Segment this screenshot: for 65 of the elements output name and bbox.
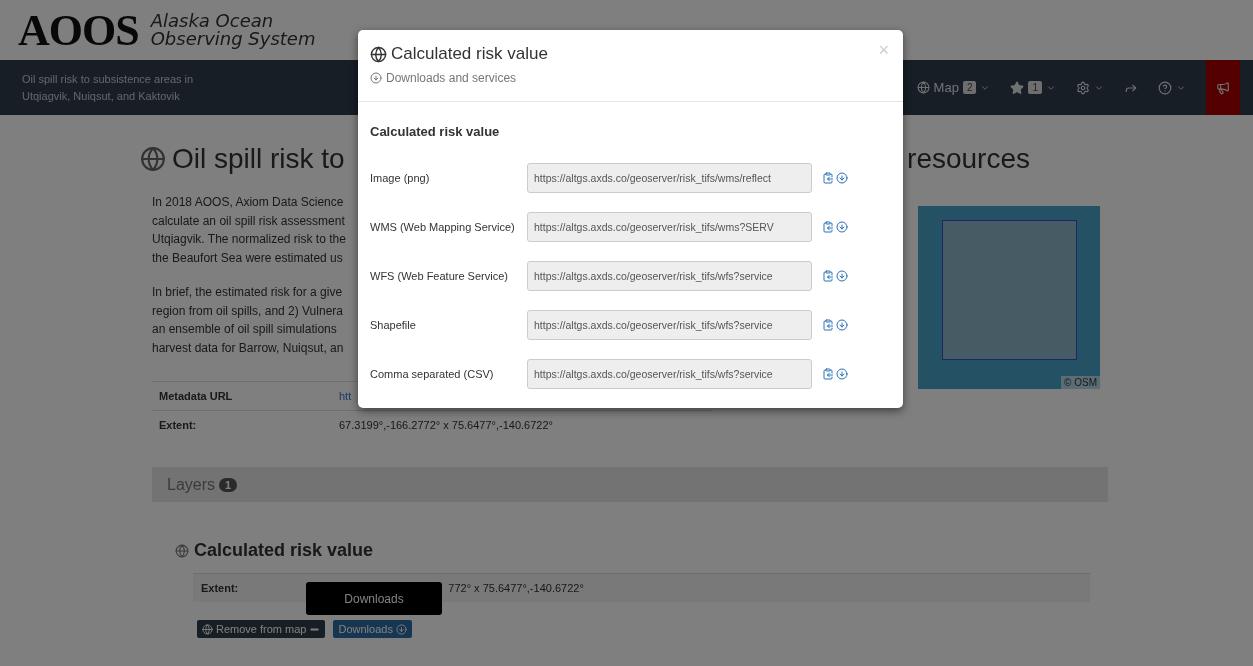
organization-name: Observing System: [150, 30, 316, 48]
format-label: WFS (Web Feature Service): [370, 269, 509, 282]
tooltip: Downloads: [306, 582, 442, 615]
map-menu[interactable]: Map 2: [906, 60, 1001, 115]
layers-heading: Layers: [167, 475, 216, 494]
download-icon: [395, 623, 407, 635]
remove-from-map-button[interactable]: Remove from map: [197, 620, 326, 638]
downloads-button[interactable]: Downloads: [333, 620, 412, 638]
star-icon: [1010, 80, 1025, 95]
modal-title: Calculated risk value: [391, 44, 548, 64]
announcements-button[interactable]: [1206, 60, 1240, 115]
url-field[interactable]: https://altgs.axds.co/geoserver/risk_tifs/wfs?service: [527, 309, 812, 340]
format-label: Image (png): [370, 171, 431, 184]
copy-button[interactable]: [822, 318, 834, 331]
megaphone-icon: [1216, 80, 1230, 95]
help-icon: [1158, 80, 1172, 95]
download-button[interactable]: [836, 220, 848, 233]
section-heading: Calculated risk value: [370, 124, 501, 139]
globe-icon: [140, 146, 166, 172]
navbar-subtitle: Utqiagvik, Nuiqsut, and Kaktovik: [22, 88, 180, 104]
copy-button[interactable]: [822, 220, 834, 233]
globe-icon: [175, 543, 189, 558]
favorites-menu[interactable]: 1: [1000, 60, 1066, 115]
url-field[interactable]: https://altgs.axds.co/geoserver/risk_tifs/wms?SERV: [527, 211, 812, 242]
format-label: Comma separated (CSV): [370, 367, 495, 380]
download-button[interactable]: [836, 367, 848, 380]
page-title-end: resources: [907, 143, 1030, 175]
description-text: harvest data for Barrow, Nuiqsut, an: [152, 339, 344, 357]
description-text: calculate an oil spill risk assessment: [152, 212, 345, 230]
description-text: an ensemble of oil spill simulations: [152, 321, 337, 338]
globe-icon: [202, 623, 213, 635]
modal-subtitle: Downloads and services: [386, 71, 517, 85]
map-thumbnail[interactable]: © OSM: [918, 206, 1100, 389]
copy-button[interactable]: [822, 269, 834, 282]
globe-icon: [916, 81, 930, 94]
extent-label: Extent:: [201, 582, 239, 594]
settings-icon: [1076, 80, 1090, 95]
download-button[interactable]: [836, 318, 848, 331]
copy-button[interactable]: [822, 171, 834, 184]
url-field[interactable]: https://altgs.axds.co/geoserver/risk_tifs/wms/reflect: [527, 162, 812, 193]
layers-panel-header[interactable]: Layers 1: [152, 467, 1108, 502]
metadata-label: Metadata URL: [159, 390, 234, 402]
copy-button[interactable]: [822, 367, 834, 380]
url-field[interactable]: https://altgs.axds.co/geoserver/risk_tifs/wfs?service: [527, 358, 812, 389]
url-field[interactable]: https://altgs.axds.co/geoserver/risk_tifs/wfs?service: [527, 260, 812, 291]
download-button[interactable]: [836, 269, 848, 282]
organization-name: Alaska Ocean: [150, 12, 275, 30]
description-text: the Beaufort Sea were estimated us: [152, 249, 343, 267]
download-icon: [370, 72, 382, 84]
download-button[interactable]: [836, 171, 848, 184]
description-text: In brief, the estimated risk for a give: [152, 284, 343, 301]
layer-count: 1: [219, 477, 238, 492]
format-label: Shapefile: [370, 318, 417, 331]
layer-title: Calculated risk value: [194, 540, 374, 561]
metadata-label: Extent:: [159, 419, 198, 431]
description-text: region from oil spills, and 2) Vulnera: [152, 302, 343, 320]
description-text: In 2018 AOOS, Axiom Data Science: [152, 194, 344, 211]
logo[interactable]: AOOS: [18, 4, 139, 56]
description-text: Utqiagvik. The normalized risk to the: [152, 231, 346, 248]
format-label: WMS (Web Mapping Service): [370, 220, 516, 233]
navbar-subtitle: Oil spill risk to subsistence areas in: [22, 71, 194, 87]
metadata-value: 67.3199°,-166.2772° x 75.6477°,-140.6722°: [339, 419, 554, 431]
globe-icon: [370, 45, 387, 63]
extent-value: 772° x 75.6477°,-140.6722°: [448, 582, 584, 594]
page-title: Oil spill risk to: [172, 143, 345, 175]
